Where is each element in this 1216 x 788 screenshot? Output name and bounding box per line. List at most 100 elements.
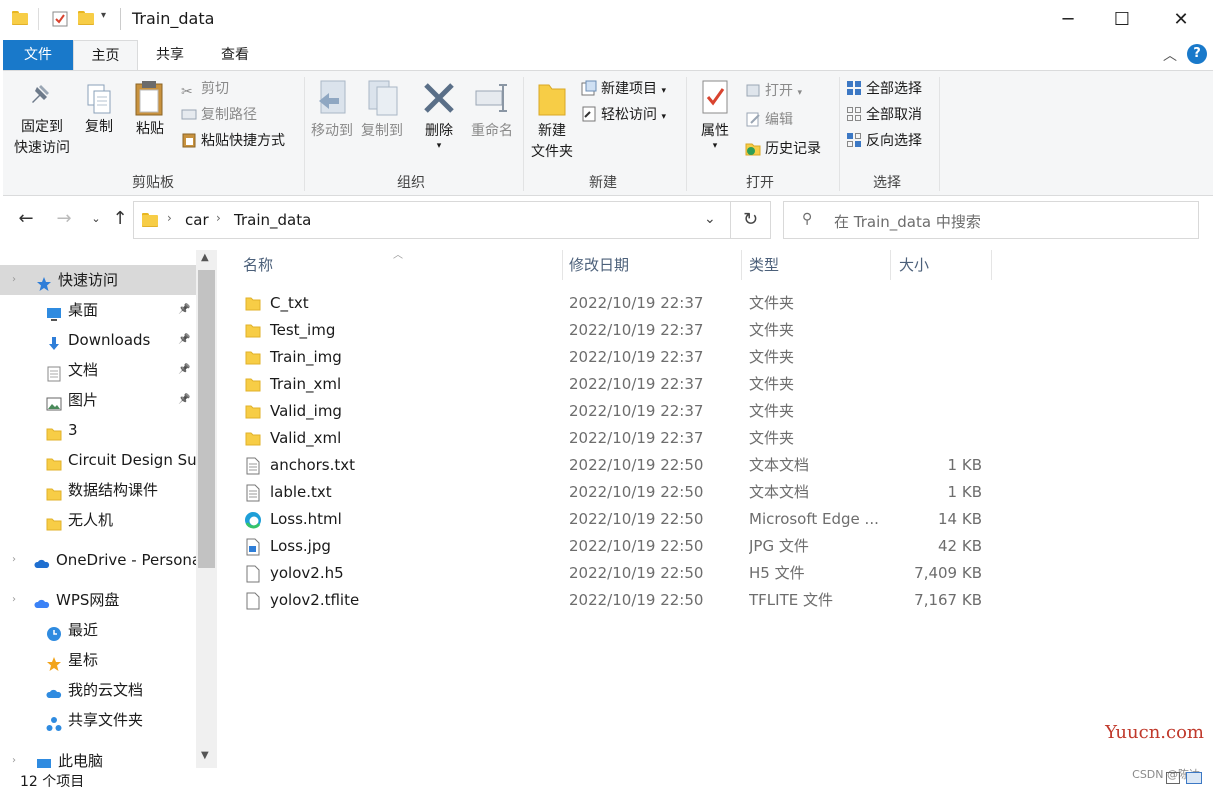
nav-item[interactable]: 最近	[0, 615, 196, 645]
new-folder-button[interactable]: 新建 文件夹	[525, 79, 579, 163]
column-header-size[interactable]: 大小	[899, 250, 929, 280]
column-divider[interactable]	[741, 250, 742, 280]
file-row[interactable]: yolov2.h5 2022/10/19 22:50 H5 文件 7,409 KB	[237, 560, 997, 587]
expand-chevron-icon[interactable]: ›	[12, 585, 16, 615]
nav-item[interactable]: 共享文件夹	[0, 705, 196, 735]
copy-path-label: 复制路径	[201, 107, 257, 123]
file-row[interactable]: C_txt 2022/10/19 22:37 文件夹	[237, 290, 997, 317]
file-row[interactable]: Loss.html 2022/10/19 22:50 Microsoft Edge …	[237, 506, 997, 533]
paste-button[interactable]: 粘贴	[129, 79, 171, 140]
history-button[interactable]: 历史记录	[745, 137, 821, 161]
select-all-button[interactable]: 全部选择	[846, 77, 922, 101]
new-item-button[interactable]: 新建项目 ▾	[581, 77, 666, 101]
expand-chevron-icon[interactable]: ›	[12, 746, 16, 768]
copy-button[interactable]: 复制	[79, 83, 119, 138]
scroll-down-icon[interactable]: ▼	[201, 750, 209, 761]
file-row[interactable]: Train_xml 2022/10/19 22:37 文件夹	[237, 371, 997, 398]
file-row[interactable]: yolov2.tflite 2022/10/19 22:50 TFLITE 文件 7,…	[237, 587, 997, 614]
nav-item[interactable]: 文档 📌	[0, 355, 196, 385]
refresh-button[interactable]: ↻	[731, 201, 771, 239]
nav-item[interactable]: 无人机	[0, 505, 196, 535]
nav-item[interactable]: 我的云文档	[0, 675, 196, 705]
file-row[interactable]: Test_img 2022/10/19 22:37 文件夹	[237, 317, 997, 344]
tab-file[interactable]: 文件	[3, 40, 73, 70]
breadcrumb-train-data[interactable]: Train_data	[234, 211, 311, 229]
help-icon[interactable]: ?	[1187, 44, 1207, 64]
properties-button[interactable]: 属性 ▾	[691, 79, 739, 151]
tab-home[interactable]: 主页	[73, 40, 138, 70]
easy-access-button[interactable]: 轻松访问 ▾	[581, 103, 666, 127]
nav-item[interactable]: 桌面 📌	[0, 295, 196, 325]
file-row[interactable]: Train_img 2022/10/19 22:37 文件夹	[237, 344, 997, 371]
copy-path-button[interactable]: 复制路径	[181, 103, 257, 127]
minimize-button[interactable]: ─	[1039, 0, 1097, 40]
nav-item[interactable]: 星标	[0, 645, 196, 675]
nav-item[interactable]: › OneDrive - Persona	[0, 545, 196, 575]
paste-shortcut-button[interactable]: 粘贴快捷方式	[181, 129, 285, 153]
address-dropdown-icon[interactable]: ⌄	[704, 211, 716, 227]
file-name: Train_img	[270, 348, 342, 366]
nav-scrollbar[interactable]: ▲ ▼	[196, 250, 217, 768]
nav-item[interactable]: › WPS网盘	[0, 585, 196, 615]
nav-item[interactable]: Downloads 📌	[0, 325, 196, 355]
scrollbar-thumb[interactable]	[198, 270, 215, 568]
customize-quick-access-icon[interactable]: ▾	[101, 10, 106, 21]
column-header-date[interactable]: 修改日期	[569, 250, 629, 280]
breadcrumb-chevron-icon[interactable]: ›	[167, 211, 172, 225]
nav-item[interactable]: › 快速访问	[0, 265, 196, 295]
address-bar[interactable]: › car › Train_data ⌄	[133, 201, 731, 239]
file-row[interactable]: anchors.txt 2022/10/19 22:50 文本文档 1 KB	[237, 452, 997, 479]
back-arrow-icon[interactable]: ←	[14, 207, 38, 231]
move-to-button[interactable]: 移动到	[307, 79, 357, 142]
edit-button[interactable]: 编辑	[745, 108, 793, 132]
select-none-button[interactable]: 全部取消	[846, 103, 922, 127]
file-name: Loss.html	[270, 510, 342, 528]
expand-chevron-icon[interactable]: ›	[12, 265, 16, 295]
pin-to-quick-access-button[interactable]: 固定到 快速访问	[9, 83, 75, 159]
breadcrumb-car[interactable]: car	[185, 211, 209, 229]
expand-chevron-icon[interactable]: ›	[12, 545, 16, 575]
large-icons-view-icon[interactable]	[1186, 772, 1202, 784]
column-divider[interactable]	[890, 250, 891, 280]
tab-view[interactable]: 查看	[205, 40, 265, 70]
view-toggle-buttons[interactable]	[1150, 772, 1204, 786]
collapse-ribbon-icon[interactable]: ︿	[1163, 45, 1177, 65]
tab-share[interactable]: 共享	[140, 40, 200, 70]
nav-item[interactable]: 数据结构课件	[0, 475, 196, 505]
nav-item-label: 快速访问	[58, 271, 119, 289]
search-box[interactable]: ⚲ 在 Train_data 中搜索	[783, 201, 1199, 239]
cut-button[interactable]: ✂ 剪切	[181, 77, 229, 101]
file-row[interactable]: Valid_img 2022/10/19 22:37 文件夹	[237, 398, 997, 425]
nav-item[interactable]: Circuit Design Sui	[0, 445, 196, 475]
recent-locations-chevron-icon[interactable]: ⌄	[84, 207, 108, 231]
easy-access-label: 轻松访问	[601, 107, 657, 123]
delete-dropdown-icon[interactable]: ▾	[417, 142, 461, 151]
close-button[interactable]: ✕	[1152, 0, 1210, 40]
details-view-icon[interactable]	[1166, 772, 1180, 784]
file-row[interactable]: Valid_xml 2022/10/19 22:37 文件夹	[237, 425, 997, 452]
up-arrow-icon[interactable]: ↑	[108, 207, 132, 231]
copy-to-button[interactable]: 复制到	[357, 79, 407, 142]
file-row[interactable]: lable.txt 2022/10/19 22:50 文本文档 1 KB	[237, 479, 997, 506]
new-folder-quick-icon[interactable]	[78, 11, 94, 27]
file-type: 文本文档	[749, 483, 810, 501]
column-divider[interactable]	[562, 250, 563, 280]
column-header-name[interactable]: 名称	[243, 250, 273, 280]
nav-item[interactable]: › 此电脑	[0, 746, 196, 768]
file-row[interactable]: Loss.jpg 2022/10/19 22:50 JPG 文件 42 KB	[237, 533, 997, 560]
invert-selection-button[interactable]: 反向选择	[846, 129, 922, 153]
nav-item[interactable]: 图片 📌	[0, 385, 196, 415]
scroll-up-icon[interactable]: ▲	[201, 252, 209, 263]
properties-dropdown-icon[interactable]: ▾	[691, 142, 739, 151]
divider	[38, 8, 39, 30]
delete-button[interactable]: 删除 ▾	[417, 79, 461, 151]
maximize-button[interactable]: ☐	[1093, 0, 1151, 40]
forward-arrow-icon[interactable]: →	[52, 207, 76, 231]
open-button[interactable]: 打开 ▾	[745, 79, 802, 103]
nav-item[interactable]: 3	[0, 415, 196, 445]
properties-checkbox-icon[interactable]	[52, 11, 68, 27]
rename-button[interactable]: 重命名	[465, 79, 519, 142]
column-header-type[interactable]: 类型	[749, 250, 779, 280]
breadcrumb-chevron-icon[interactable]: ›	[216, 211, 221, 225]
column-divider[interactable]	[991, 250, 992, 280]
